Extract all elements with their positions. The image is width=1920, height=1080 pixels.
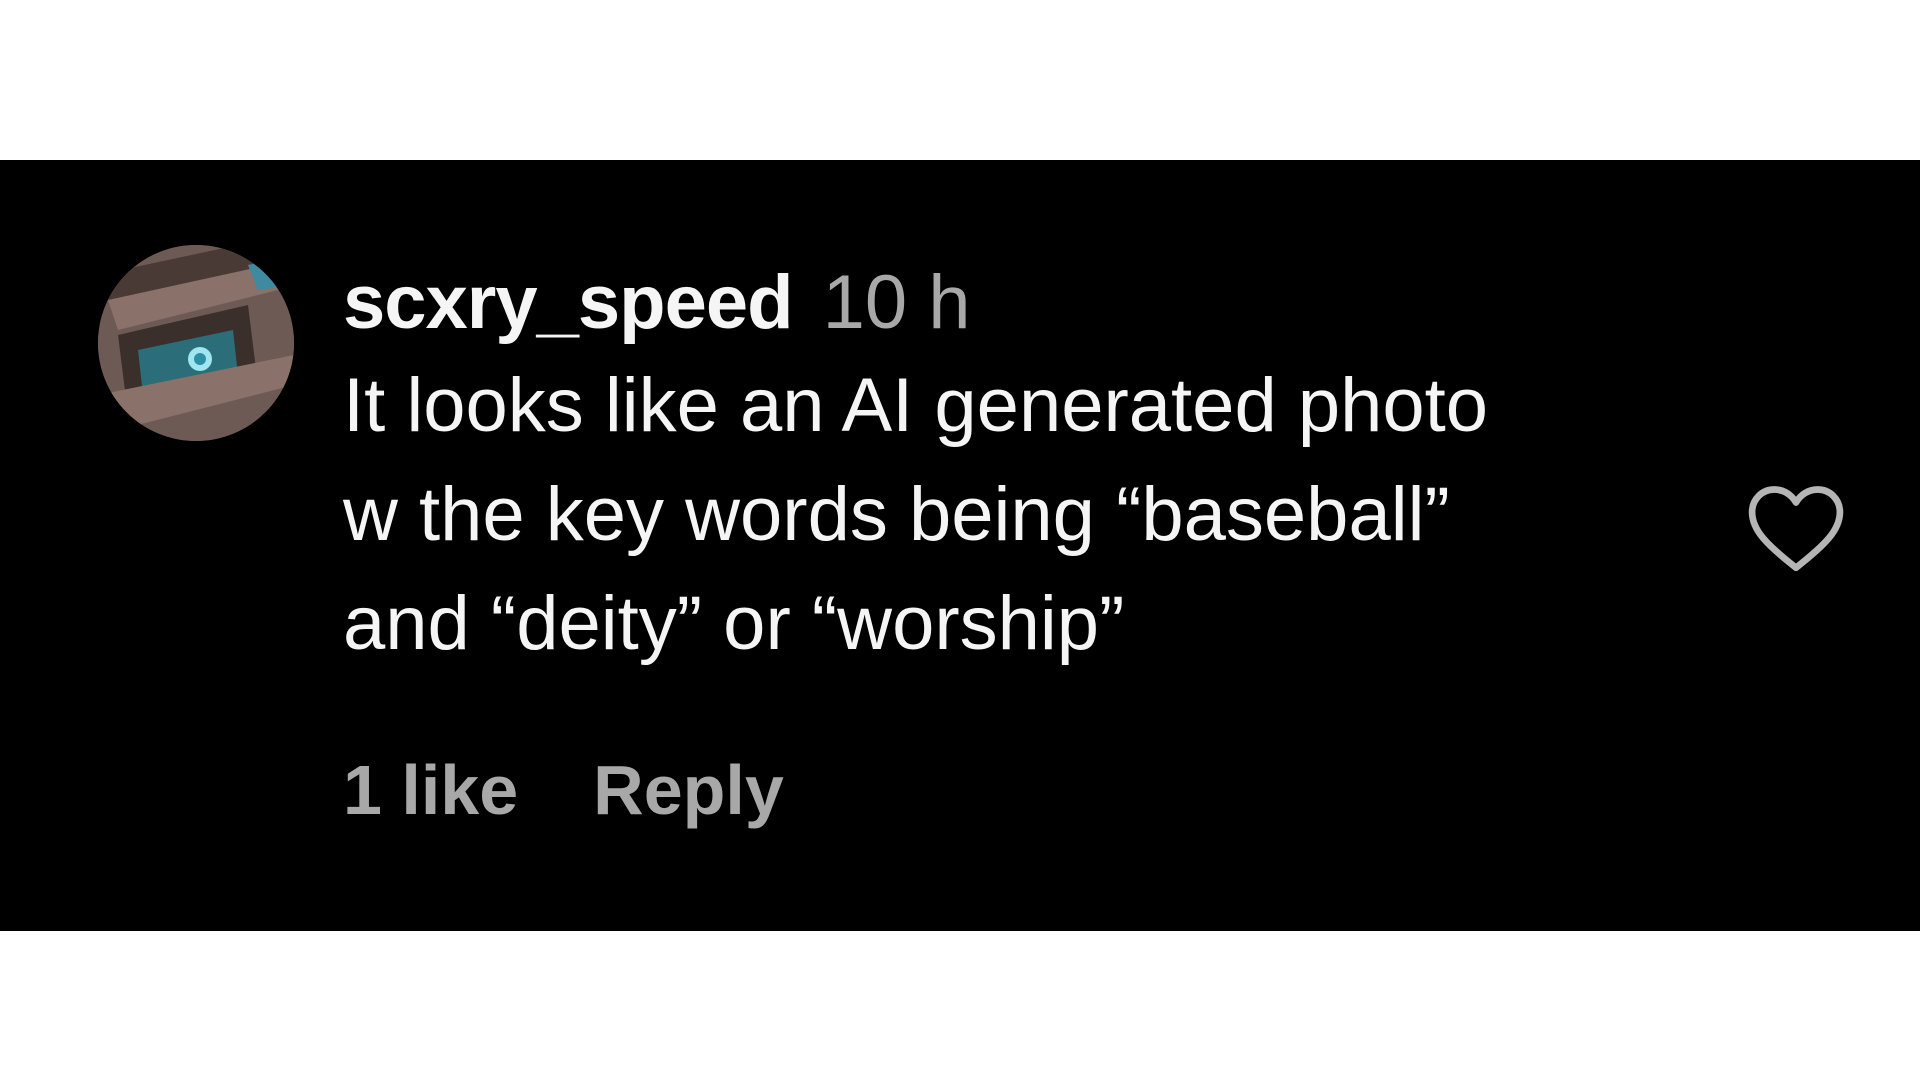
comment-body: scxry_speed 10 h It looks like an AI gen… — [343, 255, 1703, 678]
comment-text: It looks like an AI generated photo w th… — [343, 351, 1703, 678]
avatar[interactable] — [98, 245, 294, 441]
timestamp: 10 h — [822, 260, 971, 345]
heart-outline-icon — [1748, 486, 1844, 572]
comment-text-line: w the key words being “baseball” — [343, 472, 1450, 557]
comment-actions: 1 like Reply — [343, 745, 784, 835]
like-button[interactable] — [1745, 482, 1847, 574]
comment-text-line: It looks like an AI generated photo — [343, 363, 1489, 448]
likes-count[interactable]: 1 like — [343, 750, 518, 830]
reply-button[interactable]: Reply — [593, 750, 784, 830]
screenshot-frame: scxry_speed 10 h It looks like an AI gen… — [0, 0, 1920, 1080]
comment-text-line: and “deity” or “worship” — [343, 581, 1125, 666]
avatar-image — [98, 245, 294, 441]
comment-header: scxry_speed 10 h — [343, 255, 1703, 351]
username[interactable]: scxry_speed — [343, 255, 794, 351]
